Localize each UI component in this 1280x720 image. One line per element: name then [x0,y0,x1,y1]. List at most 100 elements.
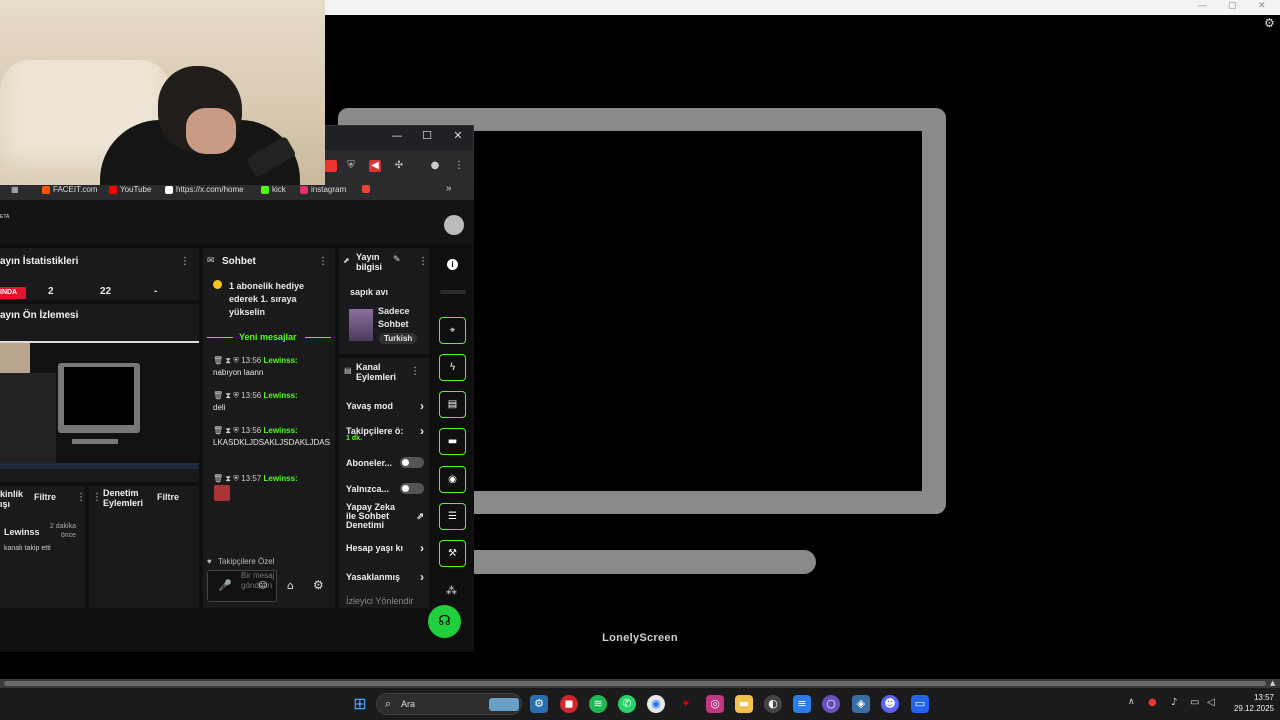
bookmark-kick[interactable]: kick [261,185,286,194]
windows-start-icon[interactable]: ⊞ [351,695,369,713]
whatsapp-icon[interactable]: ✆ [618,695,636,713]
broadcast-icon[interactable]: ◉ [439,466,466,493]
taskbar-search[interactable]: ⌕ Ara [376,693,522,715]
chat-menu-icon[interactable]: ⋮ [318,256,328,267]
app-icon[interactable]: ▭ [911,695,929,713]
info-icon[interactable]: i [447,259,458,270]
chat-icon[interactable]: ▬ [439,428,466,455]
action-raid[interactable]: İzleyici Yönlendir [346,596,424,606]
host-close-button[interactable]: ✕ [1258,1,1266,11]
taskbar-clock[interactable]: 13:57 29.12.2025 [1222,692,1274,714]
menu-icon[interactable]: ⋮ [453,160,465,172]
chat-bubble-icon: ✉ [207,256,215,266]
chat-input[interactable]: 🎤 Bir mesaj gönderin ☺ [207,570,277,602]
gear-icon[interactable]: ⚙ [1264,16,1278,30]
profile-icon[interactable]: ● [429,160,441,172]
bookmark-gmail[interactable] [362,185,370,193]
message-user[interactable]: Lewinss: [263,474,297,483]
store-icon[interactable]: ⌂ [287,579,294,592]
speaker-icon[interactable]: ◀ [369,160,381,172]
toggle-switch[interactable] [400,483,424,494]
spotify-icon[interactable]: ≋ [589,695,607,713]
message-user[interactable]: Lewinss: [263,391,297,400]
more-bookmarks-button[interactable]: » [446,183,452,194]
app-icon[interactable]: ✦ [677,695,695,713]
stat-value: - [154,286,158,297]
document-icon[interactable]: ▤ [439,391,466,418]
category-thumbnail [349,309,373,341]
browser-minimize-button[interactable]: — [387,129,407,147]
apps-grid-icon[interactable]: ▦ [11,185,19,194]
dashboard-header: ETA [0,200,474,244]
stats-title: ayın İstatistikleri [0,256,79,267]
message-text: LKASDKLJDSAKLJSDAKLJDAS [213,438,330,447]
wrench-icon[interactable]: ⚒ [439,540,466,567]
network-icon[interactable]: ▭ [1190,697,1199,708]
extension-icon[interactable] [325,160,337,172]
settings-app-icon[interactable]: ⚙ [530,695,548,713]
headset-support-button[interactable]: ☊ [428,605,461,638]
layout-icon[interactable]: ☰ [439,503,466,530]
chevron-right-icon: › [420,570,424,584]
message-text: nabıyon laann [213,368,264,377]
app-icon[interactable]: ◐ [764,695,782,713]
stream-preview[interactable] [0,341,199,469]
share-icon[interactable]: ⁂ [446,584,457,597]
host-minimize-button[interactable]: — [1198,1,1207,11]
action-emote-only[interactable]: Yalnızca... [346,483,424,494]
action-subscribers-only[interactable]: Aboneler... [346,457,424,468]
bookmark-x[interactable]: https://x.com/home [165,185,244,194]
notepad-icon[interactable]: ≡ [793,695,811,713]
channel-actions-menu-icon[interactable]: ⋮ [410,366,420,377]
preview-title: ayın Ön İzlemesi [0,310,79,321]
webcam-person-face [186,108,236,154]
discord-icon[interactable]: ☻ [881,695,899,713]
app-icon[interactable]: ○ [822,695,840,713]
bookmark-youtube[interactable]: YouTube [109,185,151,194]
lightning-icon[interactable]: ϟ [439,354,466,381]
action-ai-moderation[interactable]: Yapay Zeka ile Sohbet Denetimi ⇗ [346,503,424,530]
bookmark-faceit[interactable]: FACEIT.com [42,185,97,194]
instagram-icon [300,185,308,194]
stream-info-menu-icon[interactable]: ⋮ [418,256,428,267]
action-banned-words[interactable]: Yasaklanmış › [346,570,424,584]
moderation-filter-button[interactable]: Filtre [157,492,179,502]
toggle-switch[interactable] [400,457,424,468]
host-maximize-button[interactable]: ▢ [1228,1,1237,11]
microphone-icon[interactable]: ♪ [1171,697,1177,708]
mic-icon[interactable]: 🎤 [218,579,232,592]
chrome-icon[interactable]: ◉ [647,695,665,713]
action-account-age[interactable]: Hesap yaşı kı › [346,541,424,555]
avatar[interactable] [444,215,464,235]
file-explorer-icon[interactable]: ▬ [735,695,753,713]
message-user[interactable]: Lewinss: [263,426,297,435]
clip-icon[interactable]: ⌖ [439,317,466,344]
browser-titlebar: — ☐ ✕ [325,126,473,150]
tray-app-icon[interactable]: ● [1148,697,1157,708]
scroll-up-icon[interactable]: ▲ [1270,679,1275,687]
moderation-menu-icon[interactable]: ⋮ [92,492,102,503]
chevron-up-icon[interactable]: ∧ [1128,697,1135,707]
chat-settings-icon[interactable]: ⚙ [313,578,324,592]
scrollbar-thumb[interactable] [4,681,1266,686]
shield-icon[interactable]: ⛨ [345,160,357,172]
message-user[interactable]: Lewinss: [263,356,297,365]
activity-menu-icon[interactable]: ⋮ [76,492,86,503]
browser-close-button[interactable]: ✕ [448,129,468,147]
browser-maximize-button[interactable]: ☐ [417,129,437,147]
instagram-app-icon[interactable]: ◎ [706,695,724,713]
stats-menu-icon[interactable]: ⋮ [180,256,190,267]
browser-toolbar: ⛨ ◀ ✣ ● ⋮ [325,150,473,182]
volume-icon[interactable]: ◁ [1207,697,1215,708]
edit-icon[interactable]: ✎ [393,255,401,265]
activity-filter-button[interactable]: Filtre [34,492,56,502]
bookmark-instagram[interactable]: instagram [300,185,346,194]
action-slow-mode[interactable]: Yavaş mod › [346,399,424,413]
puzzle-icon[interactable]: ✣ [393,160,405,172]
app-icon[interactable]: ◈ [852,695,870,713]
app-icon[interactable]: ◼ [560,695,578,713]
preview-webcam [0,343,30,373]
emoji-icon[interactable]: ☺ [258,581,267,591]
message-time: 13:57 [241,474,262,483]
chat-message: 🗑 ⧗ ⛨ 13:56 Lewinss: deli [213,390,331,414]
